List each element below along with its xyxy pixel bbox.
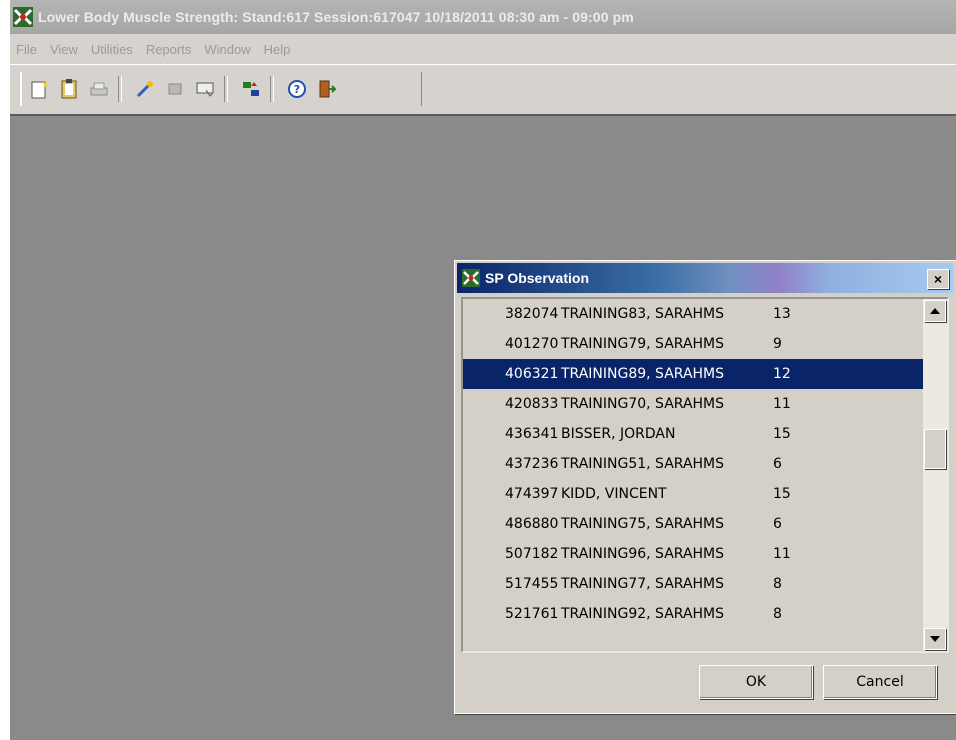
row-value: 15	[773, 426, 791, 442]
row-name: KIDD, VINCENT	[561, 486, 667, 502]
toolbar-separator	[270, 76, 274, 102]
cancel-button[interactable]: Cancel	[823, 665, 937, 699]
list-item[interactable]: 382074 TRAINING83, SARAHMS 13	[463, 299, 923, 329]
row-name: TRAINING89, SARAHMS	[561, 366, 725, 382]
row-name: TRAINING75, SARAHMS	[561, 516, 725, 532]
row-name: TRAINING77, SARAHMS	[561, 576, 725, 592]
row-name: TRAINING92, SARAHMS	[561, 606, 725, 622]
row-name: TRAINING70, SARAHMS	[561, 396, 725, 412]
new-button[interactable]	[26, 76, 52, 102]
toolbar-separator	[224, 76, 228, 102]
scroll-up-button[interactable]	[924, 300, 946, 322]
help-icon: ?	[288, 80, 306, 98]
list-item[interactable]: 517455 TRAINING77, SARAHMS 8	[463, 569, 923, 599]
window-title: Lower Body Muscle Strength: Stand:617 Se…	[38, 9, 634, 25]
row-name: TRAINING51, SARAHMS	[561, 456, 725, 472]
list-item[interactable]: 420833 TRAINING70, SARAHMS 11	[463, 389, 923, 419]
wand-button[interactable]	[132, 76, 158, 102]
list-rows: 382074 TRAINING83, SARAHMS 13 401270 TRAININ…	[463, 299, 923, 629]
list-item[interactable]: 486880 TRAINING75, SARAHMS 6	[463, 509, 923, 539]
grid-icon	[168, 83, 182, 95]
menu-utilities[interactable]: Utilities	[85, 42, 140, 57]
row-value: 11	[773, 396, 791, 412]
screen-edge	[0, 0, 10, 738]
close-icon: ×	[933, 271, 943, 287]
card-button[interactable]	[192, 76, 218, 102]
sort-button[interactable]	[238, 76, 264, 102]
sp-observation-dialog: SP Observation × 382074 TRAINING83, SARAH…	[454, 260, 956, 714]
dialog-title: SP Observation	[485, 270, 590, 286]
grid-button[interactable]	[162, 76, 188, 102]
row-value: 11	[773, 546, 791, 562]
menu-help[interactable]: Help	[258, 42, 298, 57]
card-icon	[196, 82, 214, 97]
menu-view[interactable]: View	[44, 42, 85, 57]
row-value: 9	[773, 336, 782, 352]
svg-text:?: ?	[294, 83, 300, 96]
row-value: 8	[773, 606, 782, 622]
row-id: 521761	[505, 606, 559, 622]
arrow-up-icon	[930, 308, 940, 314]
print-button[interactable]	[86, 76, 112, 102]
row-id: 517455	[505, 576, 559, 592]
row-name: TRAINING83, SARAHMS	[561, 306, 725, 322]
arrow-down-icon	[930, 636, 940, 642]
list-item[interactable]: 521761 TRAINING92, SARAHMS 8	[463, 599, 923, 629]
clipboard-icon	[61, 79, 77, 99]
close-button[interactable]: ×	[927, 269, 949, 289]
menu-file[interactable]: File	[10, 42, 44, 57]
row-value: 13	[773, 306, 791, 322]
dialog-titlebar: SP Observation ×	[457, 263, 953, 293]
observation-listbox[interactable]: 382074 TRAINING83, SARAHMS 13 401270 TRAININ…	[461, 297, 949, 653]
list-item[interactable]: 406321 TRAINING89, SARAHMS 12	[463, 359, 923, 389]
main-titlebar: Lower Body Muscle Strength: Stand:617 Se…	[10, 0, 956, 34]
row-id: 507182	[505, 546, 559, 562]
help-button[interactable]: ?	[284, 76, 310, 102]
scroll-down-button[interactable]	[924, 628, 946, 650]
row-value: 12	[773, 366, 791, 382]
list-item[interactable]: 401270 TRAINING79, SARAHMS 9	[463, 329, 923, 359]
menu-window[interactable]: Window	[198, 42, 257, 57]
toolbar: ?	[10, 64, 956, 115]
row-id: 401270	[505, 336, 559, 352]
list-item[interactable]: 436341 BISSER, JORDAN 15	[463, 419, 923, 449]
exit-button[interactable]	[314, 76, 340, 102]
print-icon	[90, 82, 108, 96]
list-item[interactable]: 474397 KIDD, VINCENT 15	[463, 479, 923, 509]
menu-bar: File View Utilities Reports Window Help	[10, 34, 956, 64]
list-item[interactable]: 507182 TRAINING96, SARAHMS 11	[463, 539, 923, 569]
row-id: 382074	[505, 306, 559, 322]
clipboard-button[interactable]	[56, 76, 82, 102]
row-value: 6	[773, 516, 782, 532]
dialog-app-icon	[462, 269, 480, 287]
row-id: 486880	[505, 516, 559, 532]
row-name: BISSER, JORDAN	[561, 426, 676, 442]
exit-icon	[319, 80, 337, 98]
toolbar-separator	[118, 76, 122, 102]
row-id: 437236	[505, 456, 559, 472]
row-name: TRAINING79, SARAHMS	[561, 336, 725, 352]
toolbar-strip: ?	[20, 72, 422, 106]
row-value: 15	[773, 486, 791, 502]
row-name: TRAINING96, SARAHMS	[561, 546, 725, 562]
row-id: 406321	[505, 366, 559, 382]
sort-icon	[243, 82, 259, 96]
scroll-thumb[interactable]	[924, 429, 946, 469]
ok-button[interactable]: OK	[699, 665, 813, 699]
row-value: 6	[773, 456, 782, 472]
wand-icon	[136, 81, 153, 98]
vertical-scrollbar[interactable]	[923, 299, 947, 651]
row-id: 420833	[505, 396, 559, 412]
new-icon	[31, 80, 49, 99]
list-item[interactable]: 437236 TRAINING51, SARAHMS 6	[463, 449, 923, 479]
menu-reports[interactable]: Reports	[140, 42, 199, 57]
row-id: 436341	[505, 426, 559, 442]
app-icon	[13, 7, 33, 27]
row-value: 8	[773, 576, 782, 592]
row-id: 474397	[505, 486, 559, 502]
